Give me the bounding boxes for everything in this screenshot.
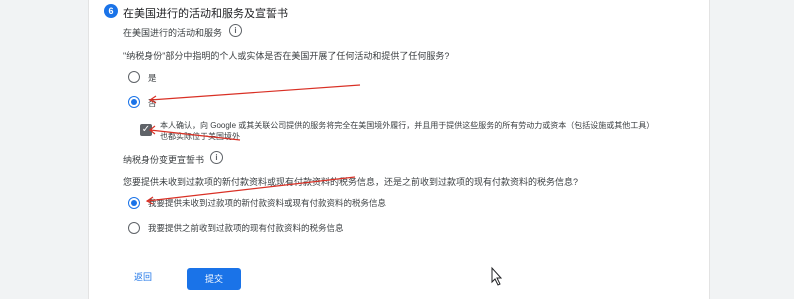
info-icon[interactable]: i xyxy=(210,151,223,164)
radio-yes[interactable] xyxy=(128,71,140,83)
info-icon[interactable]: i xyxy=(229,24,242,37)
submit-button[interactable]: 提交 xyxy=(187,268,241,290)
us-activities-question: "纳税身份"部分中指明的个人或实体是否在美国开展了任何活动和提供了任何服务? xyxy=(123,51,450,61)
check-icon: ✓ xyxy=(141,124,151,135)
step-number-badge: 6 xyxy=(104,4,118,18)
radio-new-payment-profile-label: 我要提供未收到过款项的新付款资料或现有付款资料的税务信息 xyxy=(148,198,387,208)
tax-change-subtitle: 纳税身份变更宣誓书 xyxy=(123,155,205,165)
section-title: 在美国进行的活动和服务及宣誓书 xyxy=(123,8,288,20)
confirm-checkbox[interactable]: ✓ xyxy=(140,124,152,136)
radio-yes-label: 是 xyxy=(148,73,157,83)
confirm-text-line2: 也都实际位于美国境外 xyxy=(160,132,240,141)
form-card xyxy=(88,0,710,299)
us-activities-subtitle: 在美国进行的活动和服务 xyxy=(123,28,223,38)
radio-new-payment-profile[interactable] xyxy=(128,197,140,209)
radio-no[interactable] xyxy=(128,96,140,108)
tax-change-question: 您要提供未收到过款项的新付款资料或现有付款资料的税务信息，还是之前收到过款项的现… xyxy=(123,177,579,187)
back-button[interactable]: 返回 xyxy=(134,270,152,283)
radio-no-label: 否 xyxy=(148,98,157,108)
radio-existing-payment-profile-label: 我要提供之前收到过款项的现有付款资料的税务信息 xyxy=(148,223,344,233)
radio-existing-payment-profile[interactable] xyxy=(128,222,140,234)
